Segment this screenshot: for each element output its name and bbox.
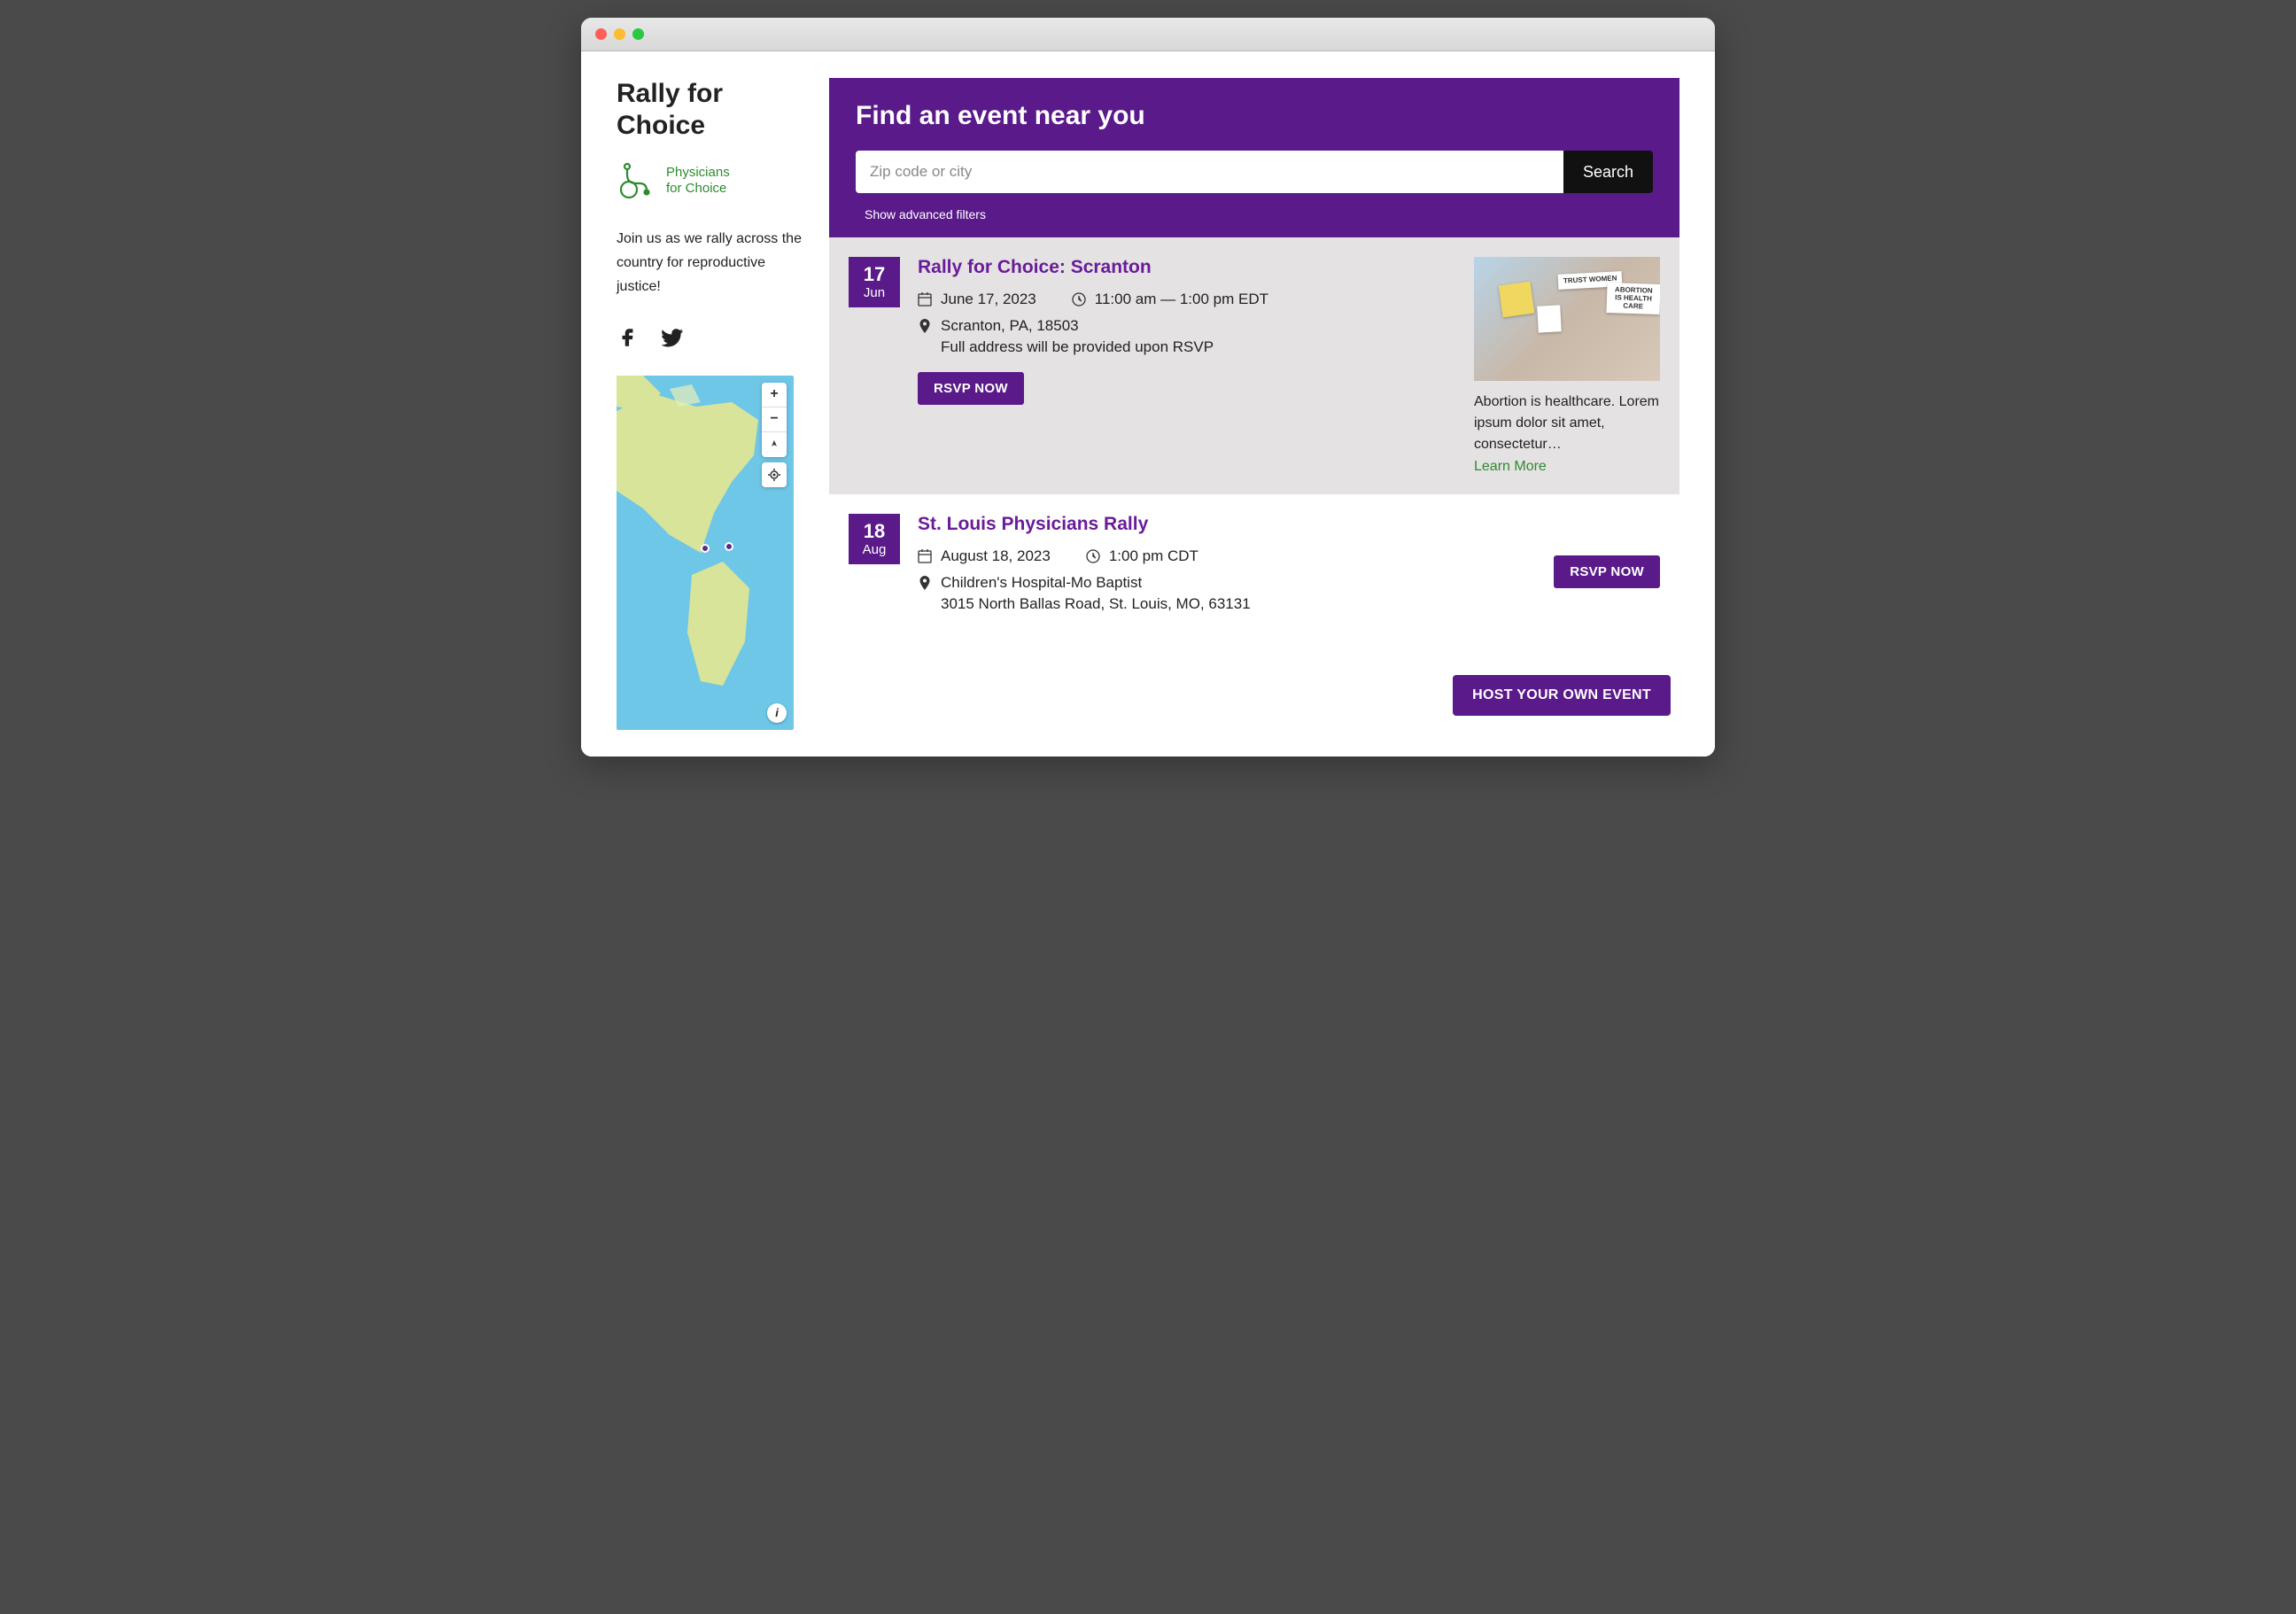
event-thumbnail: TRUST WOMEN ABORTION IS HEALTH CARE (1474, 257, 1660, 381)
main-content: Find an event near you Search Show advan… (829, 78, 1679, 730)
event-excerpt: Abortion is healthcare. Lorem ipsum dolo… (1474, 392, 1660, 455)
sidebar: Rally for Choice Physicians for Choice (617, 78, 811, 730)
event-date: June 17, 2023 (918, 291, 1036, 308)
clock-icon (1072, 292, 1086, 307)
event-location: Children's Hospital-Mo Baptist (918, 574, 1536, 592)
event-date-badge: 18 Aug (849, 514, 900, 564)
search-heading: Find an event near you (856, 101, 1653, 131)
org-name: Physicians for Choice (666, 165, 730, 197)
map-pin[interactable] (701, 544, 710, 553)
event-location-note: Full address will be provided upon RSVP (941, 338, 1456, 356)
event-date-badge: 17 Jun (849, 257, 900, 307)
event-card: 18 Aug St. Louis Physicians Rally August… (829, 494, 1679, 648)
location-pin-icon (918, 319, 932, 333)
event-title-link[interactable]: St. Louis Physicians Rally (918, 514, 1536, 535)
map-locate-button[interactable] (762, 462, 787, 487)
learn-more-link[interactable]: Learn More (1474, 459, 1547, 475)
map-info-button[interactable]: i (767, 703, 787, 723)
calendar-icon (918, 549, 932, 563)
advanced-filters-toggle[interactable]: Show advanced filters (856, 207, 1653, 221)
twitter-icon[interactable] (661, 326, 684, 349)
search-button[interactable]: Search (1563, 151, 1653, 193)
rsvp-button[interactable]: RSVP NOW (1554, 555, 1660, 588)
search-input[interactable] (856, 151, 1563, 193)
rsvp-button[interactable]: RSVP NOW (918, 372, 1024, 405)
map-reset-north-button[interactable] (762, 432, 787, 457)
host-event-button[interactable]: HOST YOUR OWN EVENT (1453, 675, 1671, 716)
event-time: 1:00 pm CDT (1086, 547, 1198, 565)
calendar-icon (918, 292, 932, 307)
org-logo[interactable]: Physicians for Choice (617, 159, 811, 202)
event-location: Scranton, PA, 18503 (918, 317, 1456, 335)
map-zoom-out-button[interactable]: − (762, 407, 787, 432)
event-address: 3015 North Ballas Road, St. Louis, MO, 6… (941, 595, 1536, 613)
event-time: 11:00 am — 1:00 pm EDT (1072, 291, 1268, 308)
event-card: 17 Jun Rally for Choice: Scranton June 1… (829, 237, 1679, 494)
page-title: Rally for Choice (617, 78, 811, 142)
search-panel: Find an event near you Search Show advan… (829, 78, 1679, 237)
clock-icon (1086, 549, 1100, 563)
location-pin-icon (918, 576, 932, 590)
map-zoom-in-button[interactable]: + (762, 383, 787, 407)
minimize-window-button[interactable] (614, 28, 625, 40)
stethoscope-icon (617, 159, 659, 202)
close-window-button[interactable] (595, 28, 607, 40)
event-date: August 18, 2023 (918, 547, 1051, 565)
event-map[interactable]: + − i (617, 376, 794, 730)
map-pin[interactable] (725, 542, 733, 551)
event-title-link[interactable]: Rally for Choice: Scranton (918, 257, 1456, 278)
window-titlebar (581, 18, 1715, 51)
facebook-icon[interactable] (617, 326, 640, 349)
sidebar-description: Join us as we rally across the country f… (617, 227, 811, 299)
maximize-window-button[interactable] (632, 28, 644, 40)
